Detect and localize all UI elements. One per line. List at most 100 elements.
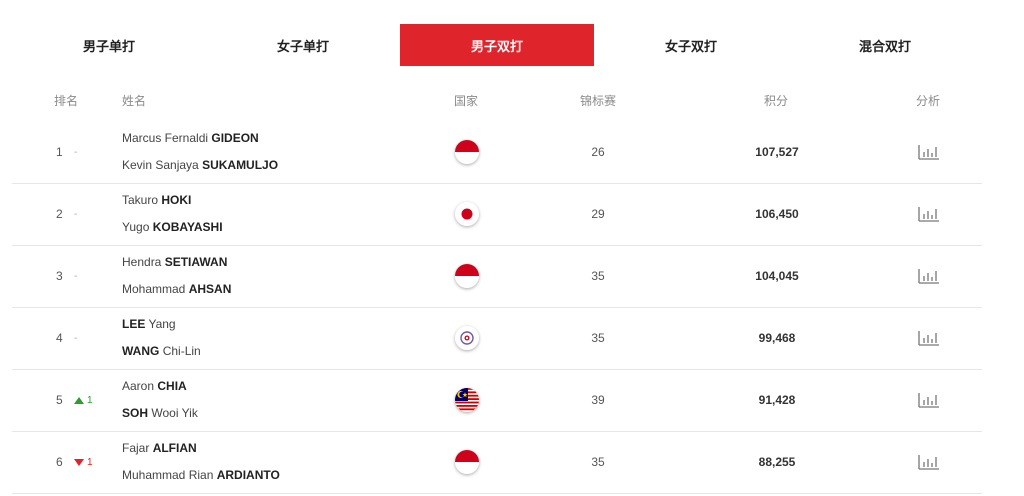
points-value: 107,527: [755, 145, 799, 159]
table-row: 5 1 Aaron CHIA SOH Wooi Yik 39 91,428: [12, 370, 982, 432]
tab-mens-singles[interactable]: 男子单打: [12, 24, 206, 66]
player2-last-name: AHSAN: [188, 282, 232, 296]
rank-number: 2: [56, 207, 63, 221]
rank-change-value: 1: [87, 394, 93, 406]
rank-change-value: -: [74, 270, 78, 282]
header-country: 国家: [454, 94, 479, 108]
player-names: Aaron CHIA SOH Wooi Yik: [122, 380, 198, 434]
rank-cell: 3-: [56, 269, 77, 283]
rank-change-value: 1: [87, 456, 93, 468]
player1-link[interactable]: Marcus Fernaldi GIDEON: [122, 132, 278, 145]
player2-last-name: ARDIANTO: [216, 468, 280, 482]
player2-first-name: Kevin Sanjaya: [122, 158, 199, 172]
indonesia-flag: [455, 264, 479, 288]
analysis-chart-icon[interactable]: [918, 268, 940, 284]
rank-change: 1: [74, 395, 93, 406]
ranking-table: 1- Marcus Fernaldi GIDEON Kevin Sanjaya SU…: [12, 122, 982, 494]
player1-link[interactable]: Takuro HOKI: [122, 194, 223, 207]
rank-change-value: -: [74, 208, 78, 220]
points-value: 104,045: [755, 269, 799, 283]
player1-first-name: Takuro: [122, 193, 159, 207]
rank-cell: 61: [56, 455, 93, 469]
player2-first-name: Wooi Yik: [151, 406, 198, 420]
chinese-taipei-flag: [455, 326, 479, 350]
player2-link[interactable]: WANG Chi-Lin: [122, 345, 201, 358]
player1-first-name: Yang: [148, 317, 176, 331]
table-header: 排名 姓名 国家 锦标赛 积分 分析: [12, 92, 982, 110]
table-row: 3- Hendra SETIAWAN Mohammad AHSAN 35 104,045: [12, 246, 982, 308]
header-name: 姓名: [122, 94, 147, 108]
tournaments-count: 35: [591, 331, 605, 345]
header-analysis: 分析: [916, 94, 941, 108]
points-value: 99,468: [758, 331, 796, 345]
category-tabs: 男子单打 女子单打 男子双打 女子双打 混合双打: [12, 24, 982, 66]
player2-last-name: SOH: [122, 406, 149, 420]
player1-first-name: Aaron: [122, 379, 155, 393]
rank-change-value: -: [74, 146, 78, 158]
rank-number: 5: [56, 393, 63, 407]
player2-link[interactable]: Mohammad AHSAN: [122, 283, 231, 296]
tournaments-count: 35: [591, 269, 605, 283]
tab-womens-singles[interactable]: 女子单打: [206, 24, 400, 66]
player1-last-name: HOKI: [161, 193, 192, 207]
header-tournaments: 锦标赛: [580, 94, 617, 108]
points-value: 91,428: [758, 393, 796, 407]
rank-up-icon: [74, 396, 84, 404]
player2-last-name: KOBAYASHI: [152, 220, 223, 234]
player1-first-name: Marcus Fernaldi: [122, 131, 209, 145]
player-names: Hendra SETIAWAN Mohammad AHSAN: [122, 256, 231, 310]
player1-last-name: GIDEON: [211, 131, 259, 145]
table-row: 6 1 Fajar ALFIAN Muhammad Rian ARDIANTO 35 88…: [12, 432, 982, 494]
tournaments-count: 35: [591, 455, 605, 469]
indonesia-flag: [455, 450, 479, 474]
analysis-chart-icon[interactable]: [918, 144, 940, 160]
player2-link[interactable]: Kevin Sanjaya SUKAMULJO: [122, 159, 278, 172]
player1-link[interactable]: Fajar ALFIAN: [122, 442, 280, 455]
tournaments-count: 29: [591, 207, 605, 221]
table-row: 1- Marcus Fernaldi GIDEON Kevin Sanjaya SU…: [12, 122, 982, 184]
rank-cell: 4-: [56, 331, 77, 345]
analysis-chart-icon[interactable]: [918, 392, 940, 408]
header-rank: 排名: [54, 94, 79, 108]
rank-change: -: [74, 271, 77, 282]
rank-change: -: [74, 147, 77, 158]
player1-last-name: LEE: [122, 317, 146, 331]
player2-last-name: SUKAMULJO: [202, 158, 279, 172]
player-names: Fajar ALFIAN Muhammad Rian ARDIANTO: [122, 442, 280, 496]
player-names: LEE Yang WANG Chi-Lin: [122, 318, 201, 372]
analysis-chart-icon[interactable]: [918, 330, 940, 346]
rank-change: -: [74, 333, 77, 344]
rank-cell: 2-: [56, 207, 77, 221]
rank-number: 4: [56, 331, 63, 345]
rank-change: -: [74, 209, 77, 220]
table-row: 4- LEE Yang WANG Chi-Lin 35 99,468: [12, 308, 982, 370]
player1-link[interactable]: LEE Yang: [122, 318, 201, 331]
player2-first-name: Muhammad Rian: [122, 468, 214, 482]
player1-link[interactable]: Hendra SETIAWAN: [122, 256, 231, 269]
player-names: Takuro HOKI Yugo KOBAYASHI: [122, 194, 223, 248]
player2-first-name: Mohammad: [122, 282, 186, 296]
tab-mixed-doubles[interactable]: 混合双打: [788, 24, 982, 66]
player1-last-name: SETIAWAN: [164, 255, 228, 269]
japan-flag: [455, 202, 479, 226]
rank-down-icon: [74, 458, 84, 466]
player2-link[interactable]: Muhammad Rian ARDIANTO: [122, 469, 280, 482]
rank-number: 3: [56, 269, 63, 283]
analysis-chart-icon[interactable]: [918, 206, 940, 222]
indonesia-flag: [455, 140, 479, 164]
tab-womens-doubles[interactable]: 女子双打: [594, 24, 788, 66]
rank-number: 1: [56, 145, 63, 159]
header-points: 积分: [764, 94, 789, 108]
tournaments-count: 39: [591, 393, 605, 407]
player1-link[interactable]: Aaron CHIA: [122, 380, 198, 393]
player1-first-name: Fajar: [122, 441, 150, 455]
analysis-chart-icon[interactable]: [918, 454, 940, 470]
tab-mens-doubles[interactable]: 男子双打: [400, 24, 594, 66]
rank-cell: 1-: [56, 145, 77, 159]
player1-last-name: ALFIAN: [152, 441, 197, 455]
tournaments-count: 26: [591, 145, 605, 159]
points-value: 106,450: [755, 207, 799, 221]
player2-link[interactable]: Yugo KOBAYASHI: [122, 221, 223, 234]
player2-link[interactable]: SOH Wooi Yik: [122, 407, 198, 420]
player2-first-name: Yugo: [122, 220, 150, 234]
